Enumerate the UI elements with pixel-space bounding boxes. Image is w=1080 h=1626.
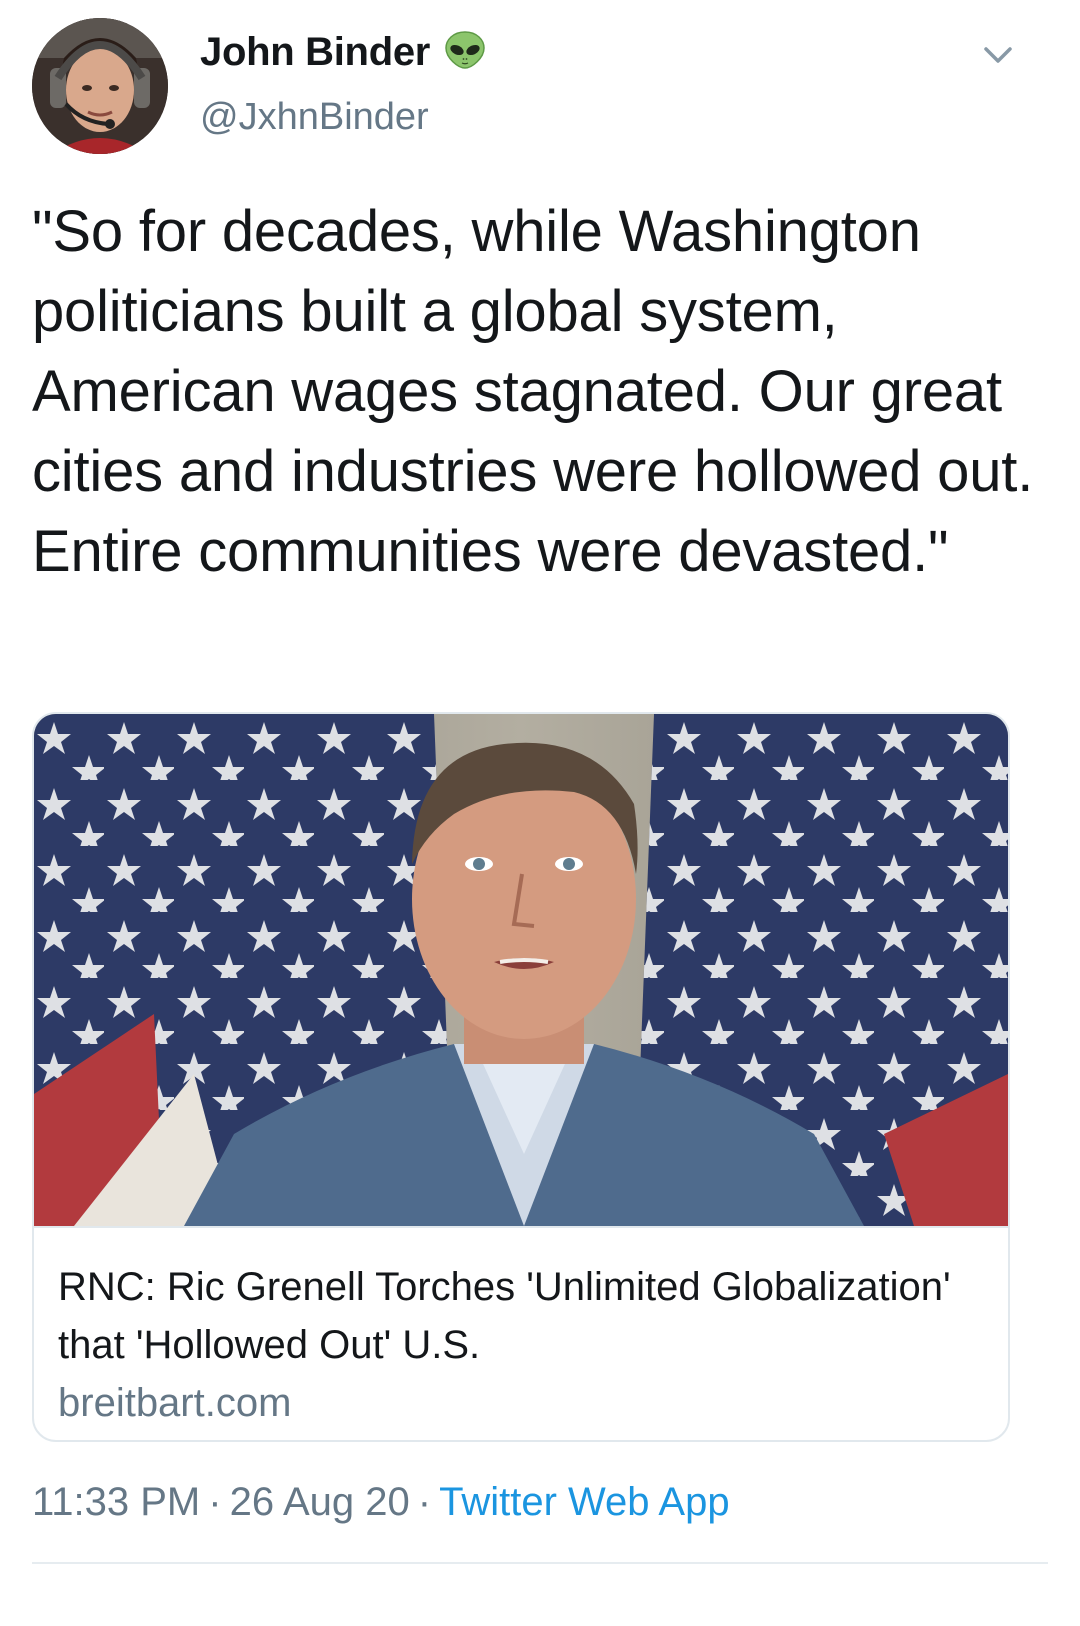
tweet-date[interactable]: 26 Aug 20 [230,1480,410,1524]
link-preview-domain: breitbart.com [58,1381,292,1425]
alien-icon [444,30,486,75]
meta-separator: · [417,1480,432,1524]
avatar-photo [32,18,168,154]
tweet-source-link[interactable]: Twitter Web App [439,1480,730,1524]
link-preview-title[interactable]: RNC: Ric Grenell Torches 'Unlimited Glob… [58,1258,958,1374]
tweet-time[interactable]: 11:33 PM [32,1480,200,1524]
tweet-meta: 11:33 PM · 26 Aug 20 · Twitter Web App [32,1480,730,1525]
tweet: John Binder @JxhnBinder "So for decades,… [0,0,1080,1626]
author-display-name[interactable]: John Binder [200,30,430,75]
link-preview-meta[interactable]: RNC: Ric Grenell Torches 'Unlimited Glob… [34,1226,1008,1440]
chevron-down-icon[interactable] [980,42,1016,70]
author-handle[interactable]: @JxhnBinder [200,96,429,139]
link-preview-card[interactable]: RNC: Ric Grenell Torches 'Unlimited Glob… [32,712,1010,1442]
tweet-text: "So for decades, while Washington politi… [32,199,1034,584]
meta-separator: · [208,1480,222,1524]
avatar[interactable] [32,18,168,154]
link-preview-image [34,714,1008,1226]
author-name-row[interactable]: John Binder [200,30,486,75]
divider [32,1562,1048,1564]
